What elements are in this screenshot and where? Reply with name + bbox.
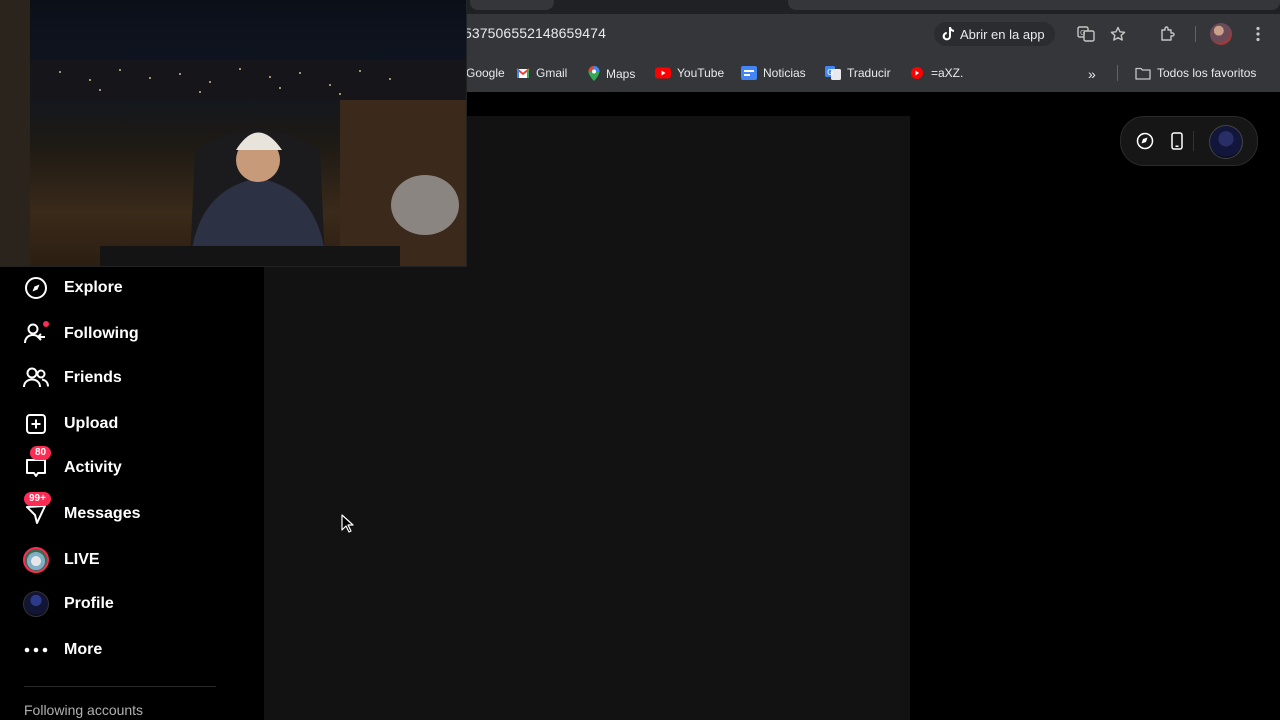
svg-text:G: G [1080, 29, 1085, 37]
sidebar-item-messages[interactable]: 99+ Messages [22, 492, 141, 530]
sidebar-item-label: LIVE [64, 551, 100, 568]
sidebar-item-label: Friends [64, 369, 122, 386]
bookmark-gmail[interactable]: Gmail [516, 66, 567, 80]
chevrons-right-icon: » [1088, 66, 1096, 82]
bookmark-label: YouTube [677, 66, 725, 80]
activity-icon: 80 [22, 446, 52, 482]
sidebar-item-explore[interactable]: Explore [22, 272, 123, 304]
activity-badge: 80 [30, 446, 52, 460]
sidebar-item-following[interactable]: Following [22, 318, 139, 350]
bookmark-label: Maps [606, 66, 636, 81]
sidebar-item-label: Explore [64, 279, 123, 296]
extensions-icon[interactable] [1158, 24, 1178, 44]
webcam-overlay [0, 0, 467, 267]
browser-tab[interactable] [470, 0, 554, 10]
profile-avatar [22, 590, 50, 618]
sidebar-item-live[interactable]: LIVE [22, 544, 100, 576]
user-avatar[interactable] [1209, 125, 1243, 159]
bookmarks-divider [1117, 65, 1118, 81]
bookmark-traducir[interactable]: G Traducir [825, 66, 891, 80]
all-bookmarks-folder[interactable]: Todos los favoritos [1135, 66, 1256, 80]
bookmark-label: Gmail [536, 66, 568, 80]
bookmark-label: Noticias [763, 66, 806, 80]
svg-text:G: G [827, 68, 833, 77]
gmail-icon [516, 67, 530, 78]
coin-icon[interactable] [1133, 129, 1157, 153]
live-icon [22, 546, 50, 574]
sidebar-item-profile[interactable]: Profile [22, 588, 114, 620]
sidebar-item-label: Activity [64, 459, 122, 476]
maps-icon [588, 66, 600, 81]
sidebar-item-label: Upload [64, 415, 119, 432]
bookmark-google[interactable]: Google [466, 66, 505, 80]
messages-badge: 99+ [24, 492, 51, 506]
bookmark-label: Google [466, 66, 505, 80]
sidebar-item-activity[interactable]: 80 Activity [22, 446, 122, 484]
upload-icon [22, 410, 50, 438]
compass-icon [22, 274, 50, 302]
sidebar-item-label: Profile [64, 595, 114, 612]
news-icon [741, 66, 757, 80]
sidebar-divider [24, 686, 216, 687]
address-bar-url[interactable]: 537506552148659474 [464, 25, 606, 41]
translate-page-icon[interactable]: G [1076, 24, 1096, 44]
translate-icon: G [825, 66, 841, 80]
youtube-icon [911, 67, 923, 79]
browser-tab-active[interactable] [788, 0, 1280, 10]
bookmark-star-icon[interactable] [1108, 24, 1128, 44]
open-in-app-label: Abrir en la app [960, 26, 1045, 42]
toolbar-divider [1195, 26, 1196, 42]
sidebar-item-label: More [64, 641, 103, 658]
youtube-icon [655, 67, 671, 79]
friends-icon [22, 364, 50, 392]
device-icon[interactable] [1165, 129, 1189, 153]
following-accounts-heading: Following accounts [24, 702, 144, 718]
browser-profile-avatar[interactable] [1210, 23, 1232, 45]
actions-divider [1193, 131, 1194, 151]
bookmark-maps[interactable]: Maps [588, 66, 635, 81]
folder-icon [1135, 67, 1151, 80]
bookmark-label: Traducir [847, 66, 891, 80]
sidebar-item-more[interactable]: More [22, 634, 102, 666]
sidebar-item-label: Following [64, 325, 139, 342]
top-right-actions [1120, 116, 1258, 166]
mouse-cursor-icon [341, 514, 354, 533]
sidebar-item-friends[interactable]: Friends [22, 362, 122, 394]
sidebar-item-upload[interactable]: Upload [22, 408, 118, 440]
open-in-app-chip[interactable]: Abrir en la app [934, 22, 1055, 46]
messages-icon: 99+ [22, 492, 51, 528]
bookmarks-overflow-button[interactable]: » [1088, 66, 1096, 82]
bookmark-youtube[interactable]: YouTube [655, 66, 724, 80]
bookmark-label: =aXZ. [931, 66, 964, 80]
bookmark-axz[interactable]: =aXZ. [909, 66, 963, 80]
following-icon [22, 320, 50, 348]
bookmark-noticias[interactable]: Noticias [741, 66, 806, 80]
more-icon [22, 636, 50, 664]
all-bookmarks-label: Todos los favoritos [1157, 66, 1257, 80]
kebab-menu-icon[interactable] [1248, 24, 1268, 44]
sidebar-item-label: Messages [64, 505, 141, 522]
tiktok-icon [942, 27, 954, 41]
webcam-image [0, 0, 466, 266]
